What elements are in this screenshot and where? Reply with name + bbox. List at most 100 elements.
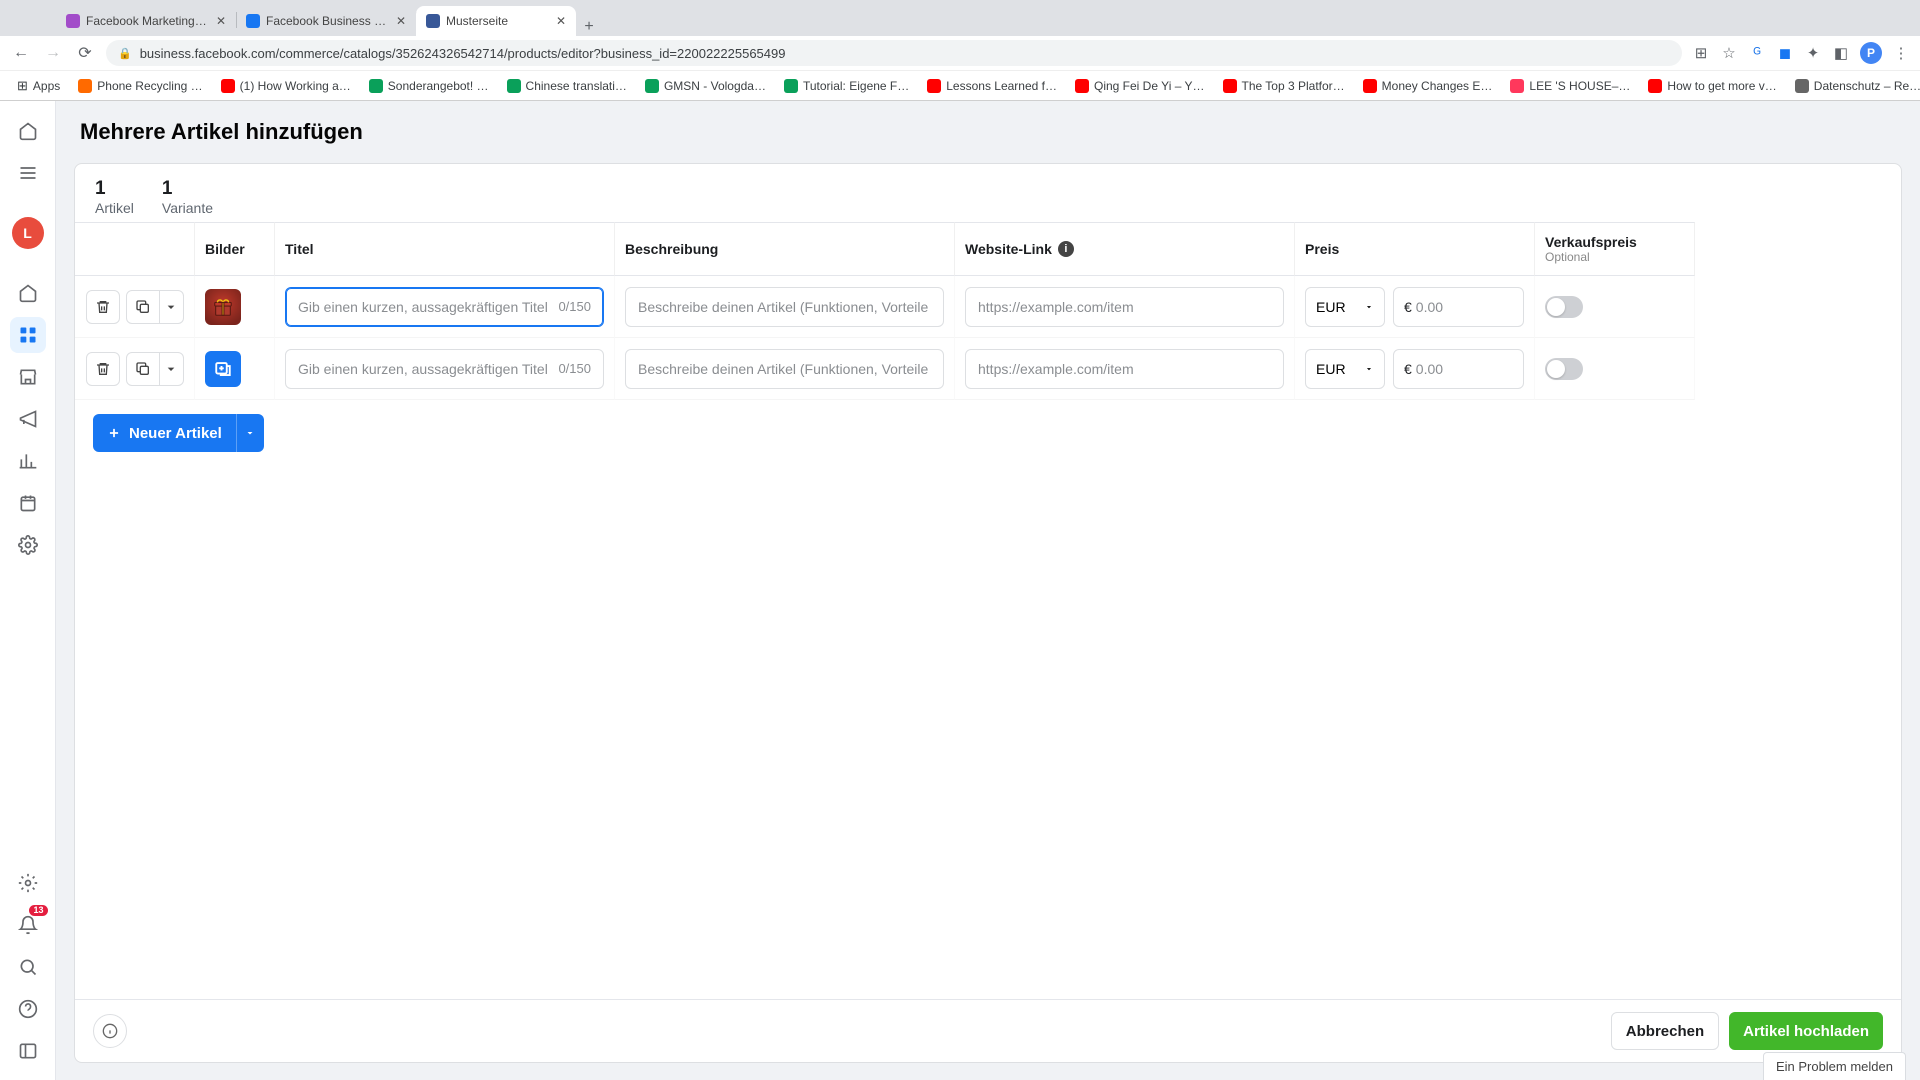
nav-notifications-icon[interactable]: 13: [10, 907, 46, 943]
title-field[interactable]: [298, 361, 550, 377]
address-bar[interactable]: 🔒 business.facebook.com/commerce/catalog…: [106, 40, 1682, 66]
bookmark-favicon: [507, 79, 521, 93]
nav-forward-button[interactable]: →: [42, 42, 64, 64]
saleprice-toggle[interactable]: [1545, 296, 1583, 318]
browser-tab[interactable]: Musterseite✕: [416, 6, 576, 36]
title-field[interactable]: [298, 299, 550, 315]
duplicate-row-button[interactable]: [126, 290, 160, 324]
nav-gear-icon[interactable]: [10, 865, 46, 901]
bookmark-item[interactable]: Qing Fei De Yi – Y…: [1068, 76, 1212, 96]
website-field[interactable]: [978, 361, 1271, 377]
nav-home-icon[interactable]: [10, 113, 46, 149]
bookmark-item[interactable]: Phone Recycling …: [71, 76, 209, 96]
org-avatar[interactable]: L: [12, 217, 44, 249]
summary-number: 1: [95, 178, 134, 200]
nav-insights-icon[interactable]: [10, 443, 46, 479]
bookmark-item[interactable]: GMSN - Vologda…: [638, 76, 773, 96]
nav-collapse-icon[interactable]: [10, 1033, 46, 1069]
duplicate-row-button[interactable]: [126, 352, 160, 386]
bookmark-favicon: [369, 79, 383, 93]
description-input[interactable]: [625, 287, 944, 327]
cancel-button[interactable]: Abbrechen: [1611, 1012, 1719, 1050]
row-thumbnail[interactable]: [205, 289, 241, 325]
title-input[interactable]: 0/150: [285, 349, 604, 389]
page-header: Mehrere Artikel hinzufügen: [56, 101, 1920, 155]
fb-ext-icon[interactable]: ◼: [1776, 44, 1794, 62]
currency-select[interactable]: EUR: [1305, 287, 1385, 327]
bookmark-item[interactable]: LEE 'S HOUSE–…: [1503, 76, 1637, 96]
info-icon[interactable]: i: [1058, 241, 1074, 257]
bookmark-item[interactable]: Money Changes E…: [1356, 76, 1500, 96]
website-field[interactable]: [978, 299, 1271, 315]
description-field[interactable]: [638, 297, 931, 317]
title-input[interactable]: 0/150: [285, 287, 604, 327]
table-scroll[interactable]: Bilder Titel Beschreibung Website-Linki …: [75, 222, 1901, 999]
delete-row-button[interactable]: [86, 290, 120, 324]
row-more-button[interactable]: [160, 290, 184, 324]
bookmark-favicon: [1223, 79, 1237, 93]
row-thumbnail[interactable]: [205, 351, 241, 387]
nav-settings-icon[interactable]: [10, 527, 46, 563]
bookmark-favicon: [645, 79, 659, 93]
bookmark-item[interactable]: Datenschutz – Re…: [1788, 76, 1920, 96]
nav-events-icon[interactable]: [10, 485, 46, 521]
tab-favicon: [426, 14, 440, 28]
currency-select[interactable]: EUR: [1305, 349, 1385, 389]
table-row: 0/150 EUR€0.00: [75, 276, 1901, 338]
nav-catalog-icon[interactable]: [10, 317, 46, 353]
pixel-icon[interactable]: ◧: [1832, 44, 1850, 62]
website-input[interactable]: [965, 287, 1284, 327]
submit-button[interactable]: Artikel hochladen: [1729, 1012, 1883, 1050]
bookmark-item[interactable]: Lessons Learned f…: [920, 76, 1064, 96]
nav-shops-icon[interactable]: [10, 359, 46, 395]
browser-tab[interactable]: Facebook Business Suite✕: [236, 6, 416, 36]
bookmark-item[interactable]: (1) How Working a…: [214, 76, 358, 96]
new-item-button[interactable]: Neuer Artikel: [93, 414, 236, 452]
bookmark-item[interactable]: Chinese translati…: [500, 76, 634, 96]
qr-icon[interactable]: ⊞: [1692, 44, 1710, 62]
report-problem-button[interactable]: Ein Problem melden: [1763, 1052, 1906, 1080]
description-field[interactable]: [638, 359, 931, 379]
nav-overview-icon[interactable]: [10, 275, 46, 311]
tab-close-icon[interactable]: ✕: [556, 14, 566, 28]
nav-help-icon[interactable]: [10, 991, 46, 1027]
footer-info-icon[interactable]: [93, 1014, 127, 1048]
new-item-dropdown[interactable]: [236, 414, 264, 452]
table-row: 0/150 EUR€0.00: [75, 338, 1901, 400]
title-counter: 0/150: [558, 361, 591, 376]
tab-close-icon[interactable]: ✕: [396, 14, 406, 28]
description-input[interactable]: [625, 349, 944, 389]
website-input[interactable]: [965, 349, 1284, 389]
bookmark-item[interactable]: Tutorial: Eigene F…: [777, 76, 916, 96]
star-icon[interactable]: ☆: [1720, 44, 1738, 62]
tab-close-icon[interactable]: ✕: [216, 14, 226, 28]
nav-reload-button[interactable]: ⟳: [74, 42, 96, 64]
extensions-icon[interactable]: ✦: [1804, 44, 1822, 62]
price-input[interactable]: €0.00: [1393, 287, 1524, 327]
new-tab-button[interactable]: +: [576, 18, 602, 36]
bookmark-apps[interactable]: ⊞Apps: [10, 75, 67, 97]
row-more-button[interactable]: [160, 352, 184, 386]
browser-tab[interactable]: Facebook Marketing & Werbea…✕: [56, 6, 236, 36]
browser-chrome: Facebook Marketing & Werbea…✕Facebook Bu…: [0, 0, 1920, 101]
nav-back-button[interactable]: ←: [10, 42, 32, 64]
nav-search-icon[interactable]: [10, 949, 46, 985]
left-rail: L 13: [0, 101, 56, 1080]
profile-avatar[interactable]: P: [1860, 42, 1882, 64]
nav-ads-icon[interactable]: [10, 401, 46, 437]
translate-icon[interactable]: ᴳ: [1748, 44, 1766, 62]
bookmark-item[interactable]: Sonderangebot! …: [362, 76, 496, 96]
saleprice-toggle[interactable]: [1545, 358, 1583, 380]
menu-icon[interactable]: ⋮: [1892, 44, 1910, 62]
price-input[interactable]: €0.00: [1393, 349, 1524, 389]
nav-menu-icon[interactable]: [10, 155, 46, 191]
col-header-website: Website-Linki: [955, 222, 1295, 276]
bookmark-item[interactable]: How to get more v…: [1641, 76, 1783, 96]
bookmark-favicon: [1648, 79, 1662, 93]
bookmark-favicon: [1075, 79, 1089, 93]
bookmark-item[interactable]: The Top 3 Platfor…: [1216, 76, 1352, 96]
bookmark-favicon: [1510, 79, 1524, 93]
bookmark-bar: ⊞AppsPhone Recycling …(1) How Working a……: [0, 70, 1920, 100]
app: L 13 Mehrere Artikel hinzufügen 1 Artikel…: [0, 101, 1920, 1080]
delete-row-button[interactable]: [86, 352, 120, 386]
